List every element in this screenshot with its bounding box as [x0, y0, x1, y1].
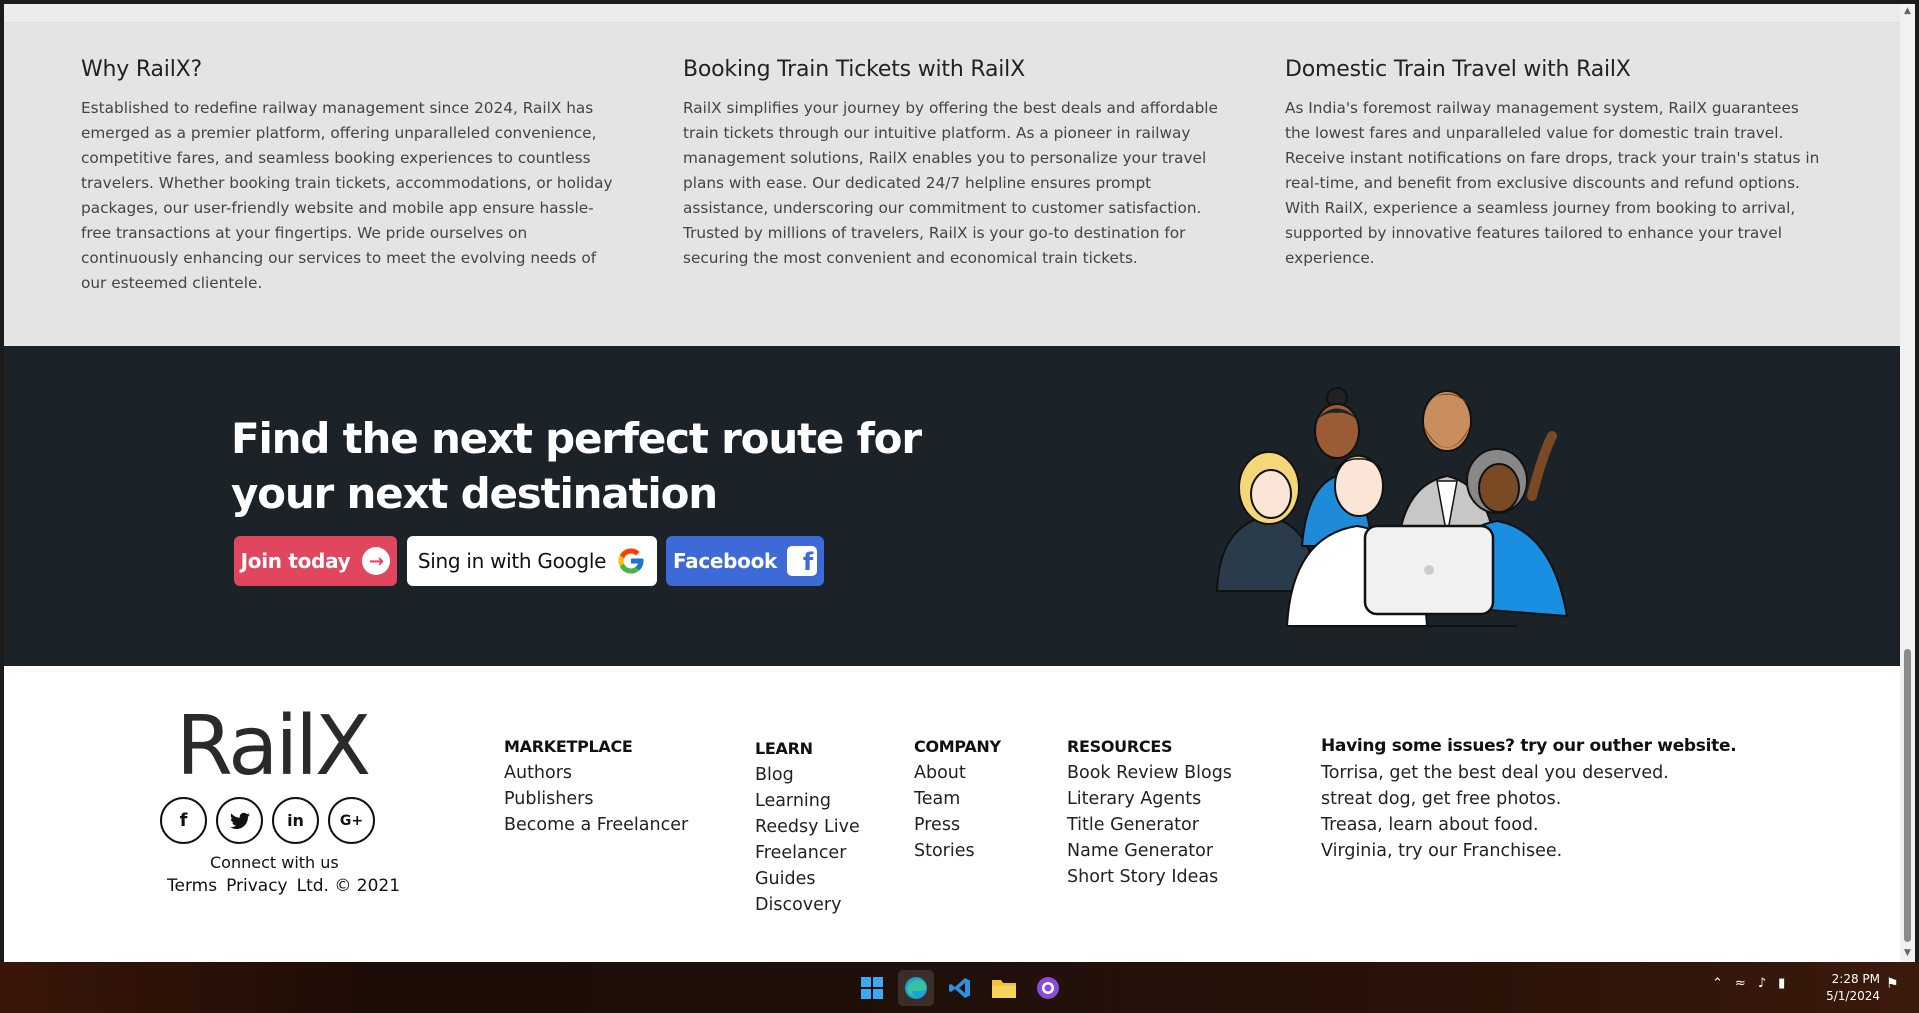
terms-link[interactable]: Terms: [167, 876, 217, 896]
top-strip: [4, 4, 1900, 23]
github-desktop-icon[interactable]: [1030, 970, 1066, 1006]
team-illustration: [1215, 387, 1569, 627]
join-today-label: Join today: [240, 549, 351, 573]
site-footer: RailX f in G+ Connect with us Terms Priv…: [4, 666, 1900, 962]
footer-link[interactable]: Stories: [914, 838, 1001, 864]
google-icon: [618, 548, 644, 574]
volume-icon[interactable]: ♪: [1758, 976, 1766, 991]
arrow-right-icon: →: [362, 547, 391, 575]
social-links: f in G+: [160, 797, 375, 844]
footer-link[interactable]: Become a Freelancer: [504, 812, 688, 838]
vertical-scrollbar[interactable]: ▲ ▼: [1900, 4, 1915, 962]
column-heading: Having some issues? try our outher websi…: [1321, 736, 1737, 756]
clock-time: 2:28 PM: [1831, 972, 1880, 986]
footer-link[interactable]: Torrisa, get the best deal you deserved.: [1321, 760, 1736, 786]
notification-icon[interactable]: ⚑: [1886, 976, 1899, 992]
hero-section: Find the next perfect route for your nex…: [4, 346, 1900, 666]
footer-link[interactable]: Authors: [504, 760, 688, 786]
footer-link[interactable]: Team: [914, 786, 1001, 812]
footer-link[interactable]: Press: [914, 812, 1001, 838]
google-signin-button[interactable]: Sing in with Google: [407, 536, 657, 586]
footer-link[interactable]: Reedsy Live: [755, 814, 860, 840]
legal-links: Terms Privacy Ltd. © 2021: [167, 876, 400, 896]
footer-link[interactable]: Short Story Ideas: [1067, 864, 1232, 890]
info-body: Established to redefine railway manageme…: [81, 99, 613, 292]
edge-icon[interactable]: [898, 970, 934, 1006]
footer-link[interactable]: Discovery: [755, 892, 860, 918]
footer-link[interactable]: Guides: [755, 866, 860, 892]
footer-link[interactable]: Name Generator: [1067, 838, 1232, 864]
footer-link[interactable]: Title Generator: [1067, 812, 1232, 838]
info-title: Domestic Train Travel with RailX: [1285, 57, 1631, 82]
clock-date: 5/1/2024: [1826, 989, 1880, 1003]
vscode-icon[interactable]: [942, 970, 978, 1006]
connect-text: Connect with us: [210, 853, 339, 872]
info-body: RailX simplifies your journey by offerin…: [683, 99, 1218, 267]
footer-link[interactable]: Literary Agents: [1067, 786, 1232, 812]
privacy-link[interactable]: Privacy: [226, 876, 288, 896]
wifi-icon[interactable]: ≈: [1735, 976, 1746, 991]
footer-link[interactable]: Publishers: [504, 786, 688, 812]
footer-link[interactable]: Treasa, learn about food.: [1321, 812, 1736, 838]
footer-column-issues: Having some issues? try our outher websi…: [1321, 736, 1737, 864]
system-tray: ⌃ ≈ ♪ ▮: [1712, 976, 1785, 991]
info-column-booking: Booking Train Tickets with RailX RailX s…: [683, 57, 1223, 271]
hero-title: Find the next perfect route for your nex…: [231, 414, 922, 518]
file-explorer-icon[interactable]: [986, 970, 1022, 1006]
column-heading: COMPANY: [914, 737, 1001, 756]
info-title: Why RailX?: [81, 57, 202, 82]
info-body: As India's foremost railway management s…: [1285, 99, 1820, 267]
google-plus-icon[interactable]: G+: [328, 797, 375, 844]
footer-column-learn: LEARN Blog Learning Reedsy Live Freelanc…: [755, 739, 860, 918]
facebook-icon: f: [787, 546, 818, 576]
footer-link[interactable]: Learning: [755, 788, 860, 814]
footer-column-company: COMPANY About Team Press Stories: [914, 737, 1001, 864]
windows-start-icon[interactable]: [854, 970, 890, 1006]
facebook-label: Facebook: [672, 549, 778, 573]
column-heading: MARKETPLACE: [504, 737, 633, 756]
footer-link[interactable]: streat dog, get free photos.: [1321, 786, 1736, 812]
footer-link[interactable]: Blog: [755, 762, 860, 788]
facebook-icon[interactable]: f: [160, 797, 207, 844]
linkedin-icon[interactable]: in: [272, 797, 319, 844]
scroll-thumb[interactable]: [1904, 649, 1911, 942]
footer-column-resources: RESOURCES Book Review Blogs Literary Age…: [1067, 737, 1232, 890]
battery-icon[interactable]: ▮: [1778, 976, 1785, 991]
footer-link[interactable]: Freelancer: [755, 840, 860, 866]
twitter-icon[interactable]: [216, 797, 263, 844]
browser-viewport: Why RailX? Established to redefine railw…: [4, 4, 1900, 962]
join-today-button[interactable]: Join today →: [234, 536, 397, 586]
taskbar: ⌃ ≈ ♪ ▮ 2:28 PM 5/1/2024 ⚑: [0, 962, 1919, 1013]
chevron-up-icon[interactable]: ⌃: [1712, 976, 1723, 991]
brand-logo[interactable]: RailX: [176, 706, 371, 788]
footer-column-marketplace: MARKETPLACE Authors Publishers Become a …: [504, 737, 688, 838]
info-section: Why RailX? Established to redefine railw…: [4, 23, 1900, 346]
google-signin-label: Sing in with Google: [417, 549, 607, 573]
copyright-text: Ltd. © 2021: [296, 876, 401, 896]
scroll-up-icon[interactable]: ▲: [1900, 6, 1915, 18]
info-column-domestic: Domestic Train Travel with RailX As Indi…: [1285, 57, 1825, 271]
info-column-why: Why RailX? Established to redefine railw…: [81, 57, 621, 296]
taskbar-clock[interactable]: 2:28 PM 5/1/2024: [1820, 971, 1880, 1005]
footer-link[interactable]: About: [914, 760, 1001, 786]
footer-link[interactable]: Book Review Blogs: [1067, 760, 1232, 786]
info-title: Booking Train Tickets with RailX: [683, 57, 1025, 82]
column-heading: RESOURCES: [1067, 737, 1173, 756]
facebook-button[interactable]: Facebook f: [666, 536, 824, 586]
footer-link[interactable]: Virginia, try our Franchisee.: [1321, 838, 1736, 864]
column-heading: LEARN: [755, 739, 813, 758]
scroll-down-icon[interactable]: ▼: [1900, 948, 1915, 960]
